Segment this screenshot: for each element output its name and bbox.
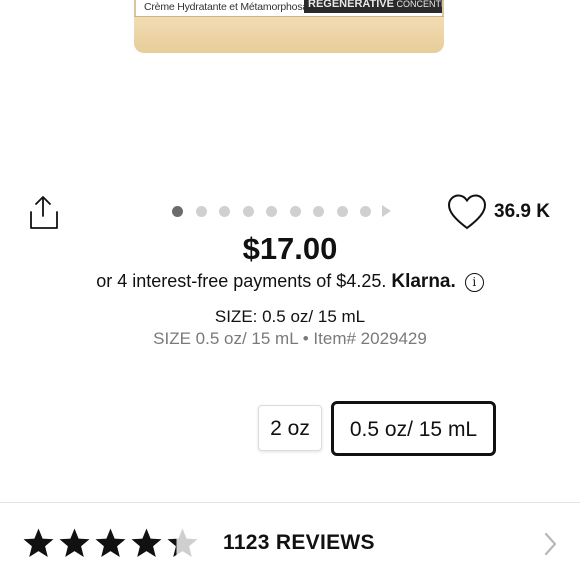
jar-band-rest: CONCENTRATE	[396, 0, 443, 9]
carousel-dot[interactable]	[289, 205, 301, 217]
love-count: 36.9 K	[494, 201, 550, 222]
selected-size: SIZE: 0.5 oz/ 15 mL	[214, 307, 366, 326]
carousel-dot[interactable]	[360, 205, 371, 217]
jar-label-text: Crème Hydratante et Métamorphosante	[144, 1, 323, 13]
price: $17.00	[242, 231, 338, 266]
carousel-dot[interactable]	[219, 205, 230, 217]
love-button[interactable]	[446, 193, 488, 231]
chevron-right-icon	[544, 532, 557, 556]
reviews-count: 1123 REVIEWS	[223, 531, 375, 554]
star-icon	[59, 528, 90, 557]
star-icon	[23, 528, 54, 557]
play-icon[interactable]	[381, 205, 391, 217]
jar-label: Crème Hydratante et Métamorphosante REGE…	[134, 0, 444, 16]
info-icon[interactable]: i	[464, 273, 484, 292]
star-icon	[95, 528, 126, 557]
jar-lid	[134, 16, 444, 53]
share-button[interactable]	[24, 194, 62, 232]
star-icon	[131, 528, 162, 557]
carousel-dot[interactable]	[266, 205, 277, 217]
size-option-2oz[interactable]: 2 oz	[258, 405, 322, 451]
installment-text: or 4 interest-free payments of $4.25.	[96, 271, 387, 291]
klarna-logo[interactable]: Klarna.	[391, 271, 455, 292]
product-image: Crème Hydratante et Métamorphosante REGE…	[134, 0, 444, 54]
jar-band-bold: REGENERATIVE	[308, 0, 394, 10]
heart-icon	[447, 194, 487, 230]
carousel-dot[interactable]	[242, 205, 254, 217]
jar-label-band: REGENERATIVE CONCENTRATE	[304, 0, 442, 13]
size-item-number: SIZE 0.5 oz/ 15 mL • Item# 2029429	[153, 329, 427, 348]
installment-info: or 4 interest-free payments of $4.25. Kl…	[0, 271, 580, 293]
carousel-indicator[interactable]	[172, 205, 391, 217]
size-option-0-5oz[interactable]: 0.5 oz/ 15 mL	[331, 401, 496, 456]
carousel-dot[interactable]	[172, 205, 183, 217]
carousel-dot[interactable]	[336, 205, 348, 217]
reviews-row[interactable]: 1123 REVIEWS	[0, 503, 580, 580]
share-icon	[30, 196, 58, 229]
carousel-dot[interactable]	[195, 205, 207, 217]
star-rating	[22, 527, 199, 560]
star-icon	[167, 528, 198, 557]
carousel-dot[interactable]	[313, 205, 324, 217]
